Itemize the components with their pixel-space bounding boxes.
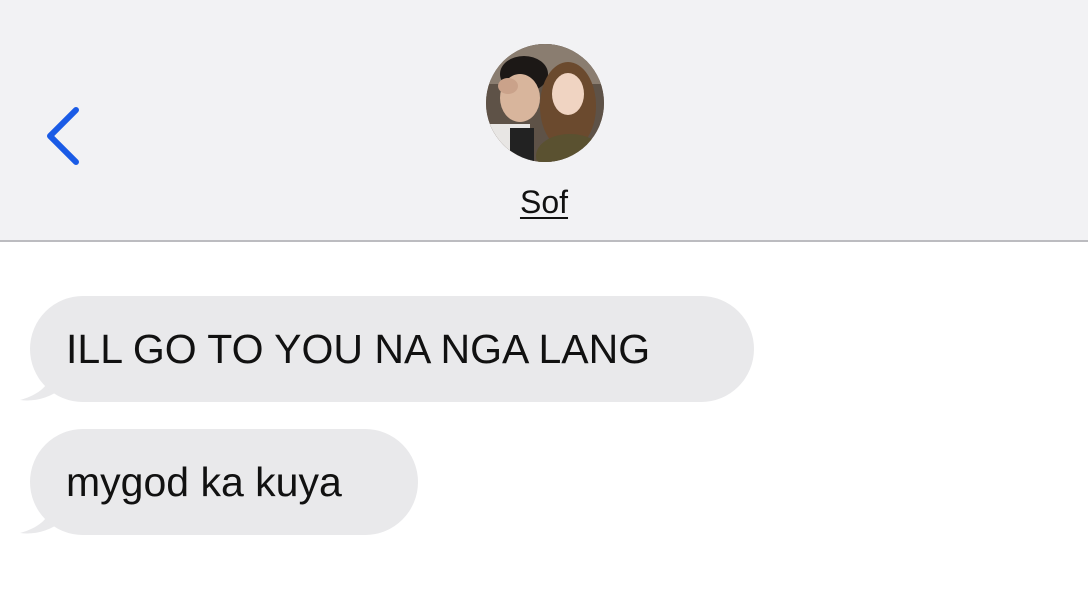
contact-name: Sof [0, 184, 1088, 221]
message-bubble-incoming[interactable]: mygod ka kuya [30, 429, 418, 535]
message-list[interactable]: ILL GO TO YOU NA NGA LANG mygod ka kuya [0, 242, 1088, 590]
message-text: mygod ka kuya [66, 459, 342, 505]
avatar[interactable] [486, 44, 604, 162]
conversation-header: Sof [0, 0, 1088, 242]
contact-photo [486, 44, 604, 162]
chevron-left-icon [47, 107, 79, 165]
message-bubble-incoming[interactable]: ILL GO TO YOU NA NGA LANG [30, 296, 754, 402]
contact-name-link[interactable]: Sof [520, 184, 568, 220]
back-button[interactable] [38, 100, 90, 172]
message-text: ILL GO TO YOU NA NGA LANG [66, 326, 651, 372]
